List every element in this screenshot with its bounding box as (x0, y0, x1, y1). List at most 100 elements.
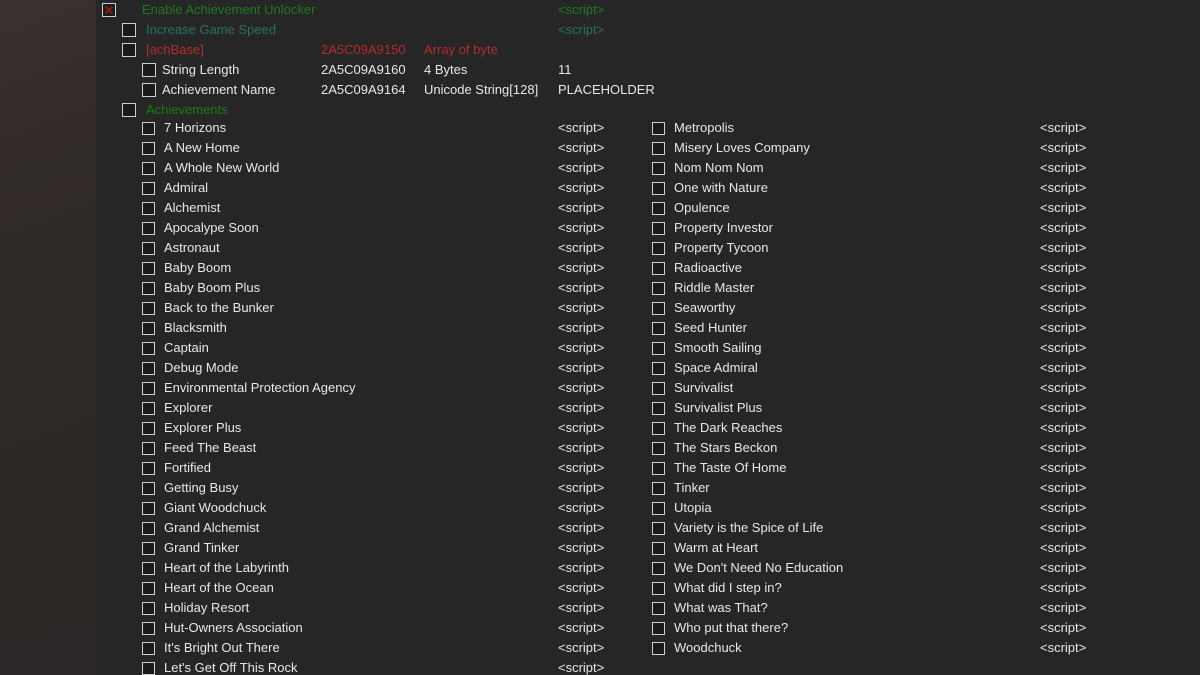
achievement-row[interactable]: Baby Boom <script> (96, 258, 626, 278)
entry-checkbox[interactable] (102, 3, 116, 17)
achievement-row[interactable]: The Dark Reaches <script> (652, 418, 1192, 438)
achievement-row[interactable]: Baby Boom Plus <script> (96, 278, 626, 298)
achievement-checkbox[interactable] (142, 122, 155, 135)
achievement-row[interactable]: Back to the Bunker <script> (96, 298, 626, 318)
achievement-checkbox[interactable] (652, 182, 665, 195)
achievement-checkbox[interactable] (142, 342, 155, 355)
achievement-row[interactable]: Explorer <script> (96, 398, 626, 418)
achievement-checkbox[interactable] (142, 242, 155, 255)
achievement-checkbox[interactable] (142, 402, 155, 415)
achievement-row[interactable]: Let's Get Off This Rock <script> (96, 658, 626, 675)
achievement-checkbox[interactable] (652, 262, 665, 275)
achievement-checkbox[interactable] (652, 342, 665, 355)
achievement-checkbox[interactable] (142, 582, 155, 595)
achievement-row[interactable]: Smooth Sailing <script> (652, 338, 1192, 358)
achievement-row[interactable]: Seaworthy <script> (652, 298, 1192, 318)
achievement-checkbox[interactable] (142, 662, 155, 675)
achievement-checkbox[interactable] (652, 502, 665, 515)
achievement-row[interactable]: Getting Busy <script> (96, 478, 626, 498)
achievement-checkbox[interactable] (142, 502, 155, 515)
cheat-entry-row[interactable]: Achievement Name 2A5C09A9164 Unicode Strin… (96, 80, 1200, 100)
cheat-entry-row[interactable]: Increase Game Speed <script> (96, 20, 1200, 40)
achievement-checkbox[interactable] (652, 202, 665, 215)
achievement-checkbox[interactable] (142, 162, 155, 175)
achievement-row[interactable]: What was That? <script> (652, 598, 1192, 618)
achievement-checkbox[interactable] (142, 282, 155, 295)
achievement-checkbox[interactable] (142, 322, 155, 335)
achievement-checkbox[interactable] (652, 582, 665, 595)
achievement-checkbox[interactable] (142, 522, 155, 535)
achievement-row[interactable]: Feed The Beast <script> (96, 438, 626, 458)
achievement-row[interactable]: A New Home <script> (96, 138, 626, 158)
entry-value[interactable]: PLACEHOLDER (558, 80, 655, 100)
achievement-row[interactable]: Riddle Master <script> (652, 278, 1192, 298)
achievement-checkbox[interactable] (142, 442, 155, 455)
achievement-checkbox[interactable] (652, 422, 665, 435)
achievement-row[interactable]: Property Investor <script> (652, 218, 1192, 238)
achievement-checkbox[interactable] (652, 242, 665, 255)
achievement-row[interactable]: It's Bright Out There <script> (96, 638, 626, 658)
achievement-row[interactable]: Heart of the Ocean <script> (96, 578, 626, 598)
achievement-checkbox[interactable] (142, 222, 155, 235)
achievement-checkbox[interactable] (652, 322, 665, 335)
achievement-checkbox[interactable] (142, 302, 155, 315)
achievement-checkbox[interactable] (652, 542, 665, 555)
achievement-row[interactable]: Property Tycoon <script> (652, 238, 1192, 258)
cheat-entry-row[interactable]: Achievements (96, 100, 1200, 120)
achievement-checkbox[interactable] (142, 562, 155, 575)
achievement-row[interactable]: The Stars Beckon <script> (652, 438, 1192, 458)
achievement-checkbox[interactable] (142, 262, 155, 275)
achievement-checkbox[interactable] (652, 622, 665, 635)
achievement-row[interactable]: Who put that there? <script> (652, 618, 1192, 638)
achievement-row[interactable]: Survivalist Plus <script> (652, 398, 1192, 418)
achievement-row[interactable]: The Taste Of Home <script> (652, 458, 1192, 478)
entry-checkbox[interactable] (142, 63, 156, 77)
achievement-checkbox[interactable] (142, 642, 155, 655)
achievement-checkbox[interactable] (652, 442, 665, 455)
achievement-checkbox[interactable] (142, 482, 155, 495)
achievement-row[interactable]: Utopia <script> (652, 498, 1192, 518)
achievement-checkbox[interactable] (652, 302, 665, 315)
achievement-checkbox[interactable] (652, 402, 665, 415)
achievement-checkbox[interactable] (652, 142, 665, 155)
achievement-checkbox[interactable] (142, 202, 155, 215)
achievement-checkbox[interactable] (652, 562, 665, 575)
achievement-checkbox[interactable] (652, 642, 665, 655)
achievement-checkbox[interactable] (652, 362, 665, 375)
achievement-row[interactable]: Nom Nom Nom <script> (652, 158, 1192, 178)
achievement-checkbox[interactable] (652, 482, 665, 495)
achievement-row[interactable]: What did I step in? <script> (652, 578, 1192, 598)
achievement-row[interactable]: Admiral <script> (96, 178, 626, 198)
achievement-row[interactable]: A Whole New World <script> (96, 158, 626, 178)
achievement-row[interactable]: Seed Hunter <script> (652, 318, 1192, 338)
cheat-entry-row[interactable]: String Length 2A5C09A9160 4 Bytes 11 (96, 60, 1200, 80)
achievement-row[interactable]: Woodchuck <script> (652, 638, 1192, 658)
achievement-row[interactable]: Metropolis <script> (652, 118, 1192, 138)
achievement-row[interactable]: Warm at Heart <script> (652, 538, 1192, 558)
entry-checkbox[interactable] (122, 103, 136, 117)
cheat-entry-row[interactable]: Enable Achievement Unlocker <script> (96, 0, 1200, 20)
achievement-row[interactable]: Heart of the Labyrinth <script> (96, 558, 626, 578)
achievement-row[interactable]: Space Admiral <script> (652, 358, 1192, 378)
achievement-checkbox[interactable] (142, 422, 155, 435)
achievement-row[interactable]: Hut-Owners Association <script> (96, 618, 626, 638)
achievement-checkbox[interactable] (652, 522, 665, 535)
achievement-row[interactable]: Apocalype Soon <script> (96, 218, 626, 238)
entry-checkbox[interactable] (122, 43, 136, 57)
entry-value[interactable]: 11 (558, 60, 572, 80)
entry-checkbox[interactable] (142, 83, 156, 97)
achievement-row[interactable]: Opulence <script> (652, 198, 1192, 218)
entry-checkbox[interactable] (122, 23, 136, 37)
cheat-entry-row[interactable]: [achBase] 2A5C09A9150 Array of byte (96, 40, 1200, 60)
achievement-row[interactable]: Grand Alchemist <script> (96, 518, 626, 538)
achievement-row[interactable]: Misery Loves Company <script> (652, 138, 1192, 158)
achievement-checkbox[interactable] (142, 142, 155, 155)
achievement-row[interactable]: Holiday Resort <script> (96, 598, 626, 618)
achievement-row[interactable]: Alchemist <script> (96, 198, 626, 218)
achievement-row[interactable]: Environmental Protection Agency <script> (96, 378, 626, 398)
achievement-checkbox[interactable] (142, 382, 155, 395)
achievement-checkbox[interactable] (652, 602, 665, 615)
achievement-row[interactable]: Grand Tinker <script> (96, 538, 626, 558)
achievement-checkbox[interactable] (652, 462, 665, 475)
achievement-row[interactable]: One with Nature <script> (652, 178, 1192, 198)
